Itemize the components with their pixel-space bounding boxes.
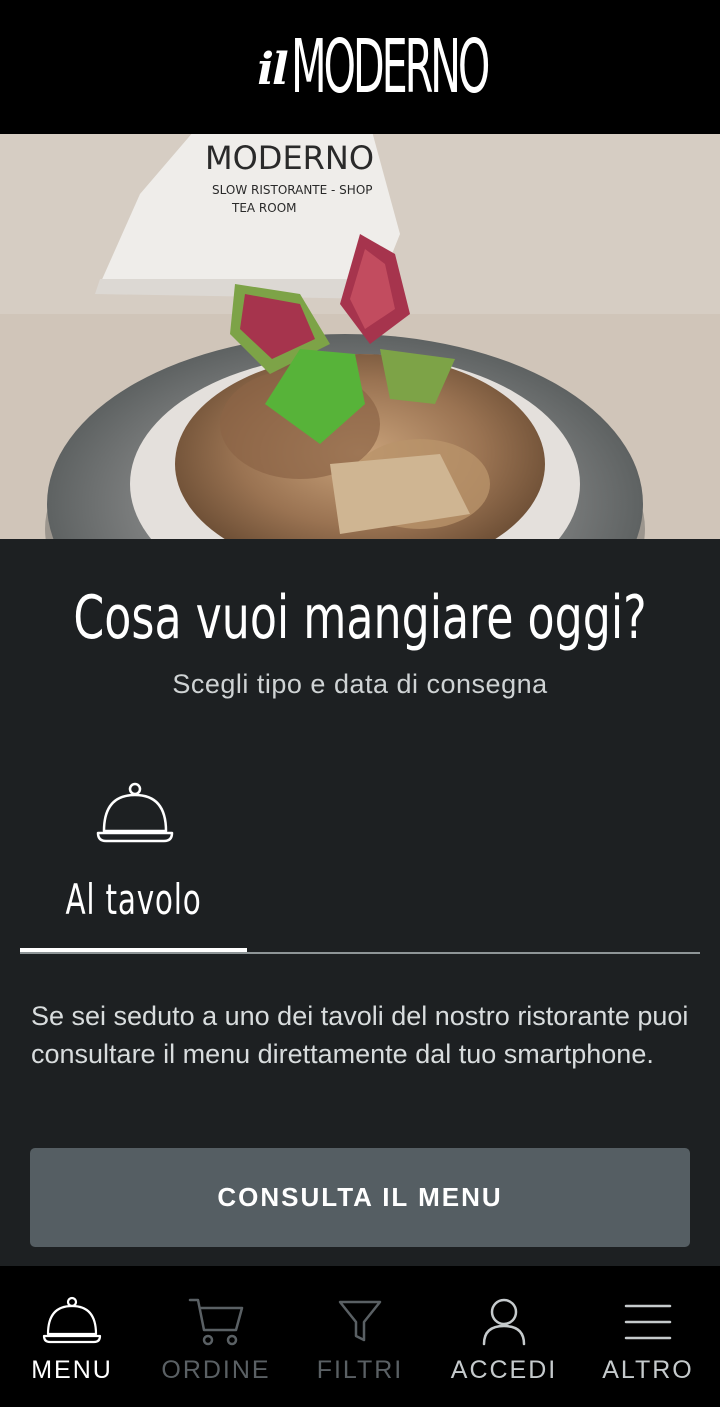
tab-description: Se sei seduto a uno dei tavoli del nostr… bbox=[31, 1001, 689, 1069]
nav-label: ACCEDI bbox=[450, 1356, 558, 1384]
user-icon bbox=[482, 1298, 526, 1346]
cart-icon bbox=[188, 1298, 244, 1346]
delivery-type-tabs: Al tavolo bbox=[20, 775, 700, 955]
filter-icon bbox=[338, 1300, 382, 1342]
nav-item-accedi[interactable]: ACCEDI bbox=[432, 1266, 576, 1407]
nav-label: FILTRI bbox=[316, 1356, 404, 1384]
menu-icon bbox=[624, 1304, 672, 1340]
app-header: il MODERNO bbox=[0, 0, 720, 134]
hero-image: MODERNO SLOW RISTORANTE - SHOP TEA ROOM bbox=[0, 134, 720, 539]
bottom-navigation: MENU ORDINE FILTRI ACCEDI ALTRO bbox=[0, 1266, 720, 1407]
nav-label: ALTRO bbox=[602, 1356, 694, 1384]
cloche-icon bbox=[42, 1296, 102, 1344]
nav-item-altro[interactable]: ALTRO bbox=[576, 1266, 720, 1407]
nav-label: ORDINE bbox=[161, 1356, 271, 1384]
tab-al-tavolo[interactable]: Al tavolo bbox=[20, 775, 247, 953]
svg-text:MODERNO: MODERNO bbox=[205, 139, 374, 177]
hero-dish-photo: MODERNO SLOW RISTORANTE - SHOP TEA ROOM bbox=[0, 134, 720, 539]
logo-prefix: il bbox=[257, 44, 288, 95]
nav-label: MENU bbox=[31, 1356, 113, 1384]
view-menu-button[interactable]: CONSULTA IL MENU bbox=[30, 1148, 690, 1247]
tab-divider bbox=[20, 952, 700, 954]
nav-item-filtri[interactable]: FILTRI bbox=[288, 1266, 432, 1407]
brand-logo[interactable]: il MODERNO bbox=[257, 24, 490, 110]
svg-text:SLOW RISTORANTE - SHOP: SLOW RISTORANTE - SHOP bbox=[212, 183, 373, 197]
svg-text:TEA ROOM: TEA ROOM bbox=[231, 201, 297, 215]
nav-item-menu[interactable]: MENU bbox=[0, 1266, 144, 1407]
page-title: Cosa vuoi mangiare oggi? bbox=[73, 583, 647, 653]
nav-item-ordine[interactable]: ORDINE bbox=[144, 1266, 288, 1407]
main-content: Cosa vuoi mangiare oggi? Scegli tipo e d… bbox=[0, 539, 720, 1266]
logo-text: MODERNO bbox=[290, 24, 490, 110]
cloche-icon bbox=[96, 782, 174, 843]
tab-label: Al tavolo bbox=[65, 875, 202, 924]
page-subtitle: Scegli tipo e data di consegna bbox=[172, 669, 548, 699]
